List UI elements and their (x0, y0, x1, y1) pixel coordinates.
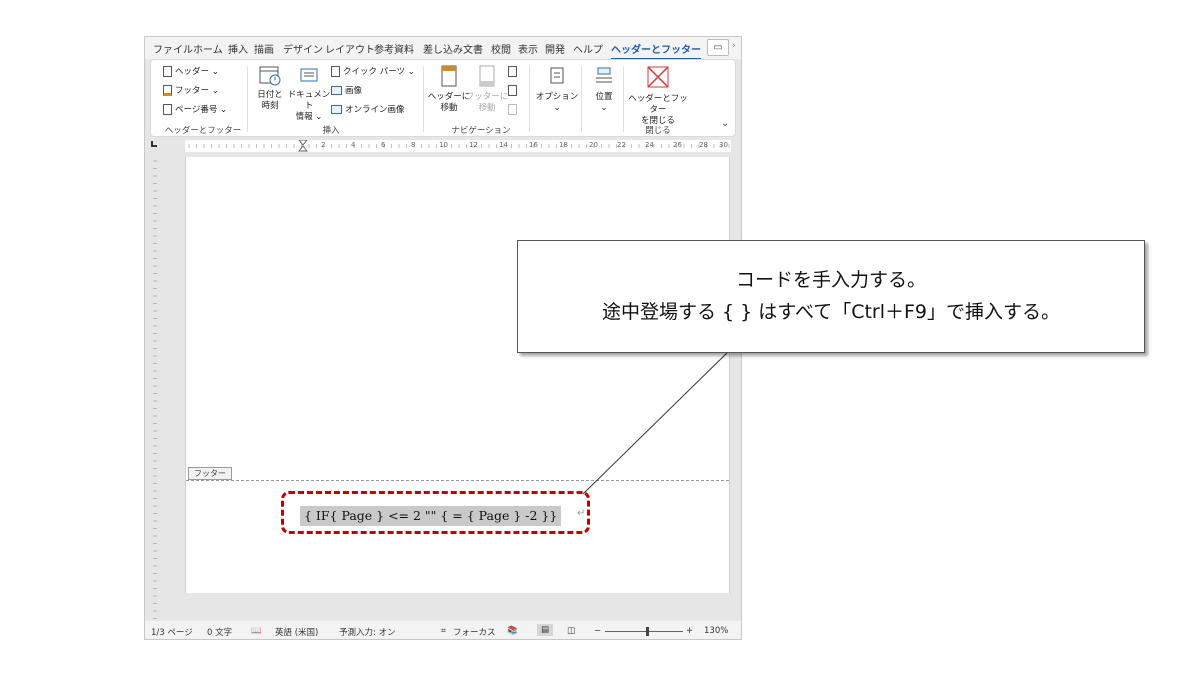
field-code-highlight (281, 491, 590, 534)
annotation-callout: コードを手入力する。 途中登場する { } はすべて「Ctrl＋F9」で挿入する… (517, 240, 1145, 353)
callout-line-1: コードを手入力する。 (735, 269, 926, 291)
callout-line-2: 途中登場する { } はすべて「Ctrl＋F9」で挿入する。 (601, 301, 1061, 323)
